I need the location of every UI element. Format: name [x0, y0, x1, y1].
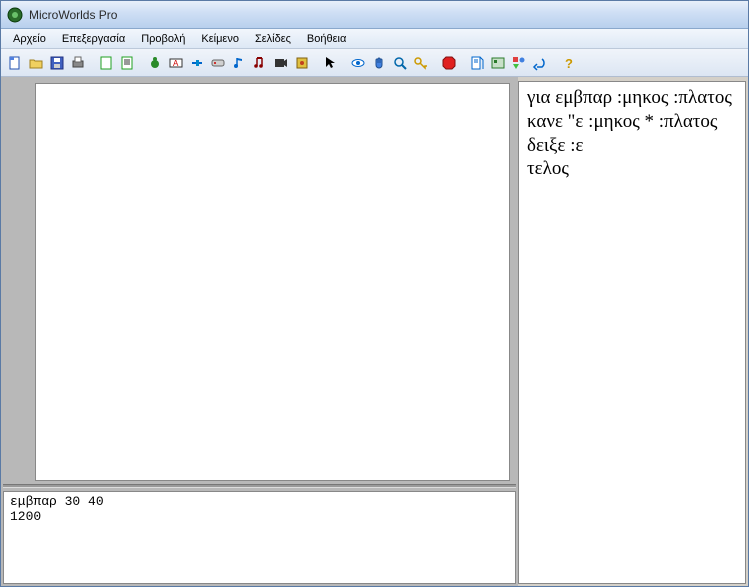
stop-icon[interactable]: [439, 53, 459, 73]
shapes-icon[interactable]: [509, 53, 529, 73]
music-icon[interactable]: [229, 53, 249, 73]
video-icon[interactable]: [271, 53, 291, 73]
textbox-icon[interactable]: A: [166, 53, 186, 73]
menu-edit[interactable]: Επεξεργασία: [54, 31, 133, 47]
command-center[interactable]: εμβπαρ 30 40 1200: [3, 491, 516, 584]
page-icon[interactable]: [96, 53, 116, 73]
workspace: εμβπαρ 30 40 1200 για εμβπαρ :μηκος :πλα…: [1, 77, 748, 586]
stamp-icon[interactable]: [292, 53, 312, 73]
menu-file[interactable]: Αρχείο: [5, 31, 54, 47]
left-pane: εμβπαρ 30 40 1200: [1, 77, 518, 586]
eye-icon[interactable]: [348, 53, 368, 73]
open-file-icon[interactable]: [26, 53, 46, 73]
svg-text:?: ?: [565, 56, 573, 71]
menu-help[interactable]: Βοήθεια: [299, 31, 354, 47]
melody-icon[interactable]: [250, 53, 270, 73]
magnifier-icon[interactable]: [390, 53, 410, 73]
project-icon[interactable]: [488, 53, 508, 73]
page-canvas[interactable]: [35, 83, 510, 481]
procedures-pane[interactable]: για εμβπαρ :μηκος :πλατος κανε "ε :μηκος…: [518, 81, 746, 584]
menu-pages[interactable]: Σελίδες: [247, 31, 299, 47]
svg-text:A: A: [173, 59, 179, 68]
procedures-icon[interactable]: [467, 53, 487, 73]
toolbar: A ?: [1, 49, 748, 77]
key-icon[interactable]: [411, 53, 431, 73]
menubar: Αρχείο Επεξεργασία Προβολή Κείμενο Σελίδ…: [1, 29, 748, 49]
print-icon[interactable]: [68, 53, 88, 73]
splitter[interactable]: [3, 484, 516, 488]
help-icon[interactable]: ?: [558, 53, 578, 73]
hand-icon[interactable]: [369, 53, 389, 73]
new-file-icon[interactable]: [5, 53, 25, 73]
page-text-icon[interactable]: [117, 53, 137, 73]
save-icon[interactable]: [47, 53, 67, 73]
menu-text[interactable]: Κείμενο: [193, 31, 247, 47]
slider-icon[interactable]: [187, 53, 207, 73]
undo-icon[interactable]: [530, 53, 550, 73]
window-title: MicroWorlds Pro: [29, 8, 117, 22]
titlebar: MicroWorlds Pro: [1, 1, 748, 29]
pointer-icon[interactable]: [320, 53, 340, 73]
turtle-icon[interactable]: [145, 53, 165, 73]
app-icon: [7, 7, 23, 23]
button-icon[interactable]: [208, 53, 228, 73]
menu-view[interactable]: Προβολή: [133, 31, 193, 47]
